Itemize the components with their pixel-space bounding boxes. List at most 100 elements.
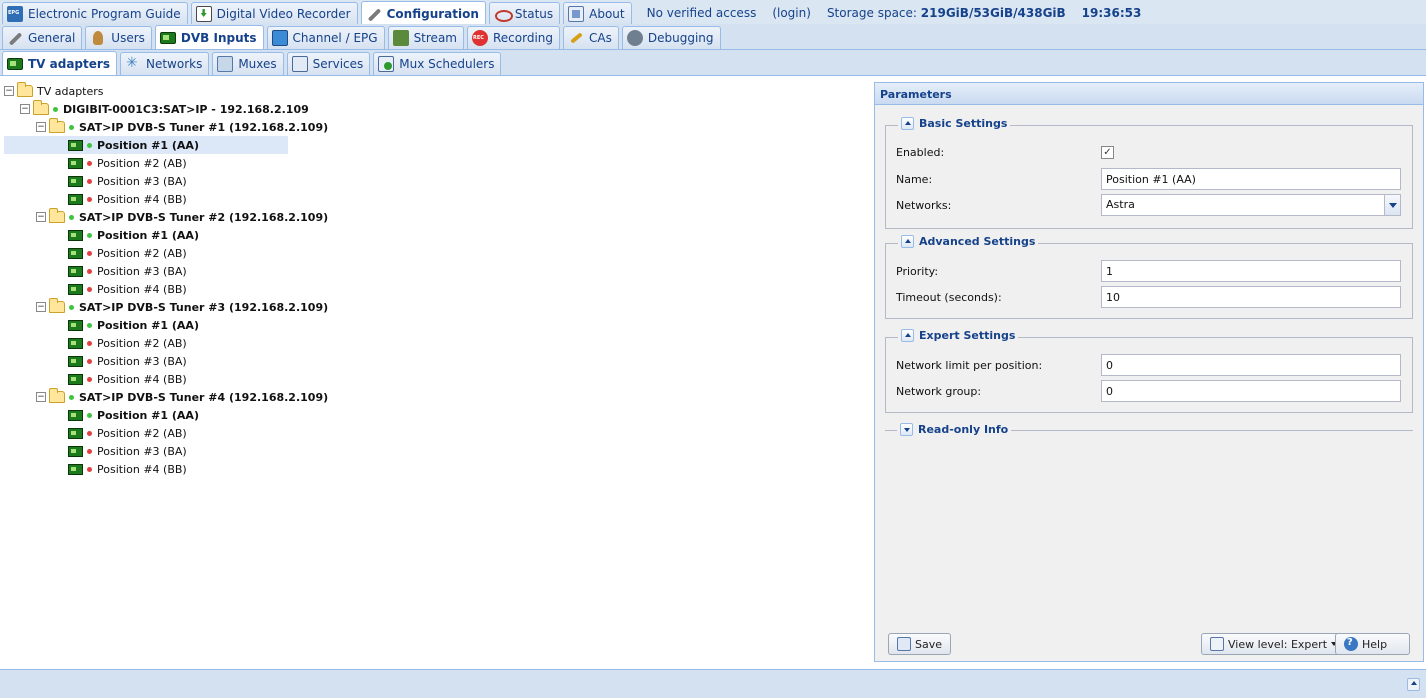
tab-tv-adapters[interactable]: TV adapters [2, 51, 117, 75]
tab-epg[interactable]: Electronic Program Guide [2, 2, 188, 25]
tree-position[interactable]: Position #3 (BA) [4, 262, 868, 280]
tab-recording[interactable]: Recording [466, 26, 561, 49]
status-dot-icon [69, 304, 74, 310]
timeout-field[interactable] [1101, 286, 1401, 308]
tree-tuner-label: SAT>IP DVB-S Tuner #2 (192.168.2.109) [79, 210, 329, 224]
collapse-icon[interactable] [901, 235, 914, 248]
top-tabbar: Electronic Program Guide Digital Video R… [0, 0, 1426, 26]
advanced-settings-legend[interactable]: Advanced Settings [898, 235, 1039, 248]
tab-mux-schedulers[interactable]: Mux Schedulers [373, 52, 502, 75]
tree-position[interactable]: Position #3 (BA) [4, 172, 868, 190]
tree-tuner[interactable]: − SAT>IP DVB-S Tuner #2 (192.168.2.109) [4, 208, 868, 226]
tree-position[interactable]: Position #4 (BB) [4, 280, 868, 298]
status-dot-icon [53, 106, 58, 112]
collapse-toggle[interactable]: − [36, 392, 46, 402]
expert-settings-fieldset: Expert Settings Network limit per positi… [885, 329, 1413, 413]
login-link[interactable]: (login) [772, 6, 811, 20]
name-field[interactable] [1101, 168, 1401, 190]
tree-position[interactable]: Position #2 (AB) [4, 334, 868, 352]
tab-stream[interactable]: Stream [387, 26, 464, 49]
tree-tuner[interactable]: − SAT>IP DVB-S Tuner #3 (192.168.2.109) [4, 298, 868, 316]
tab-services[interactable]: Services [286, 52, 371, 75]
tab-about[interactable]: About [563, 2, 632, 25]
tree-position-label: Position #1 (AA) [97, 318, 199, 332]
dvb-card-icon [68, 373, 83, 385]
tab-label: Status [514, 7, 554, 21]
chevron-down-icon[interactable] [1384, 195, 1400, 215]
tree-position[interactable]: Position #4 (BB) [4, 190, 868, 208]
tree-tuner[interactable]: − SAT>IP DVB-S Tuner #4 (192.168.2.109) [4, 388, 868, 406]
tree-position[interactable]: Position #4 (BB) [4, 460, 868, 478]
dvb-card-icon [68, 427, 83, 439]
tree-position[interactable]: Position #2 (AB) [4, 154, 868, 172]
tab-label: About [589, 7, 625, 21]
tab-label: Recording [492, 31, 554, 45]
tree-position[interactable]: Position #1 (AA) [4, 316, 868, 334]
collapse-icon[interactable] [901, 329, 914, 342]
priority-field[interactable] [1101, 260, 1401, 282]
collapse-toggle[interactable]: − [20, 104, 30, 114]
tab-label: DVB Inputs [180, 30, 257, 45]
tab-dvb-inputs[interactable]: DVB Inputs [154, 25, 264, 49]
tree-position[interactable]: Position #3 (BA) [4, 442, 868, 460]
tree-position[interactable]: Position #1 (AA) [4, 406, 868, 424]
tree-position[interactable]: Position #3 (BA) [4, 352, 868, 370]
tab-label: Debugging [647, 31, 714, 45]
expert-settings-legend[interactable]: Expert Settings [898, 329, 1019, 342]
dvb-card-icon [68, 409, 83, 421]
tree-tuner[interactable]: − SAT>IP DVB-S Tuner #1 (192.168.2.109) [4, 118, 868, 136]
collapse-toggle[interactable]: − [36, 302, 46, 312]
timeout-label: Timeout (seconds): [896, 290, 1002, 304]
tab-dvr[interactable]: Digital Video Recorder [190, 2, 358, 25]
folder-icon [49, 208, 65, 223]
networks-row: Networks: Astra [896, 194, 1401, 216]
enabled-label: Enabled: [896, 146, 945, 159]
expand-up-icon[interactable] [1407, 678, 1420, 691]
readonly-legend[interactable]: Read-only Info [897, 423, 1012, 436]
tree-position[interactable]: Position #2 (AB) [4, 244, 868, 262]
bottom-bar [0, 669, 1426, 698]
enabled-checkbox[interactable]: ✓ [1101, 146, 1114, 159]
tree-position-label: Position #2 (AB) [97, 426, 187, 440]
tree-root[interactable]: − TV adapters [4, 82, 868, 100]
status-dot-icon [87, 160, 92, 166]
collapse-toggle[interactable]: − [36, 122, 46, 132]
netgroup-label: Network group: [896, 384, 982, 398]
status-dot-icon [87, 268, 92, 274]
tab-channel-epg[interactable]: Channel / EPG [266, 26, 385, 49]
advanced-settings-fieldset: Advanced Settings Priority: Timeout (sec… [885, 235, 1413, 319]
tree-position-label: Position #3 (BA) [97, 174, 187, 188]
tree-position[interactable]: Position #2 (AB) [4, 424, 868, 442]
tab-muxes[interactable]: Muxes [212, 52, 284, 75]
tab-users[interactable]: Users [85, 26, 152, 49]
tree-device[interactable]: − DIGIBIT-0001C3:SAT>IP - 192.168.2.109 [4, 100, 868, 118]
eye-icon [494, 6, 513, 22]
tab-cas[interactable]: CAs [563, 26, 619, 49]
rec-icon [471, 30, 488, 46]
tab-general[interactable]: General [2, 26, 83, 49]
tree-position[interactable]: Position #1 (AA) [4, 226, 868, 244]
netgroup-field[interactable] [1101, 380, 1401, 402]
view-level-button[interactable]: View level: Expert [1201, 633, 1347, 655]
tab-debugging[interactable]: Debugging [621, 26, 721, 49]
collapse-icon[interactable] [901, 117, 914, 130]
readonly-divider: Read-only Info [885, 423, 1413, 436]
tree-position[interactable]: Position #1 (AA) [4, 136, 288, 154]
tree-position[interactable]: Position #4 (BB) [4, 370, 868, 388]
tab-label: Digital Video Recorder [216, 7, 351, 21]
tab-status[interactable]: Status [488, 2, 561, 25]
adapter-tree: − TV adapters − DIGIBIT-0001C3:SAT>IP - … [4, 82, 868, 478]
tab-networks[interactable]: Networks [119, 52, 210, 75]
collapse-toggle[interactable]: − [36, 212, 46, 222]
netlimit-field[interactable] [1101, 354, 1401, 376]
basic-settings-legend[interactable]: Basic Settings [898, 117, 1011, 130]
collapse-toggle[interactable]: − [4, 86, 14, 96]
access-status: No verified access [646, 6, 757, 20]
tab-configuration[interactable]: Configuration [360, 1, 486, 25]
help-button[interactable]: Help [1335, 633, 1410, 655]
expand-icon[interactable] [900, 423, 913, 436]
networks-select[interactable]: Astra [1101, 194, 1401, 216]
tree-tuner-label: SAT>IP DVB-S Tuner #3 (192.168.2.109) [79, 300, 329, 314]
status-dot-icon [87, 430, 92, 436]
save-button[interactable]: Save [888, 633, 952, 655]
